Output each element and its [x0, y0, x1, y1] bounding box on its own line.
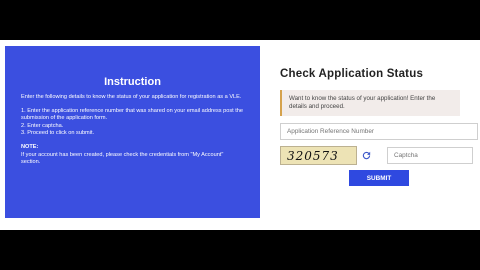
- note-text: If your account has been created, please…: [21, 151, 224, 166]
- instruction-steps: 1. Enter the application reference numbe…: [21, 108, 244, 138]
- page-title: Check Application Status: [280, 68, 424, 80]
- instruction-step: 3. Proceed to click on submit.: [21, 130, 95, 137]
- captcha-input[interactable]: [387, 147, 473, 164]
- instruction-step: 2. Enter captcha.: [21, 122, 64, 129]
- instruction-body: Enter the following details to know the …: [21, 94, 244, 167]
- instruction-panel: Instruction Enter the following details …: [5, 46, 260, 218]
- info-alert: Want to know the status of your applicat…: [280, 90, 460, 116]
- instruction-step: 1. Enter the application reference numbe…: [21, 107, 244, 122]
- submit-button[interactable]: SUBMIT: [349, 170, 409, 186]
- captcha-row: 320573: [280, 146, 475, 165]
- refresh-icon[interactable]: [361, 150, 372, 161]
- captcha-image: 320573: [280, 146, 357, 165]
- page-frame: Instruction Enter the following details …: [0, 40, 480, 230]
- instruction-title: Instruction: [104, 76, 161, 88]
- reference-number-input[interactable]: [280, 123, 478, 140]
- check-status-panel: Check Application Status Want to know th…: [280, 68, 478, 186]
- note-label: NOTE:: [21, 143, 39, 150]
- instruction-intro: Enter the following details to know the …: [21, 94, 242, 100]
